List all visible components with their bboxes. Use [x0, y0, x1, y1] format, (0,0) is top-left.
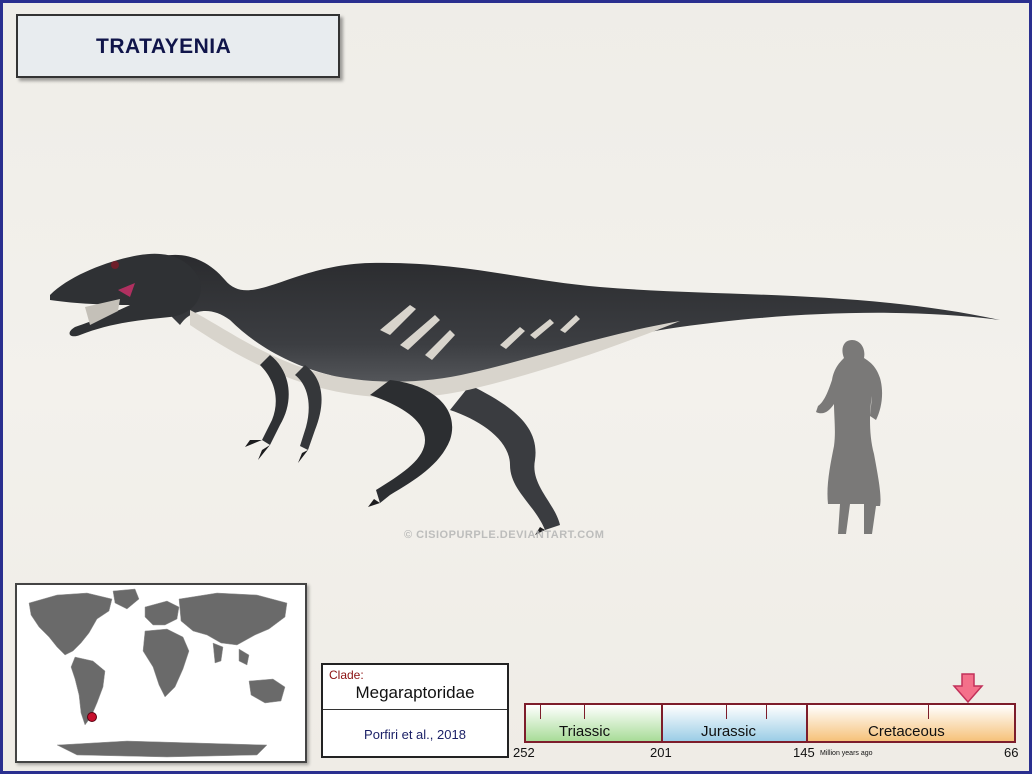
- watermark: © CISIOPURPLE.DEVIANTART.COM: [404, 529, 605, 541]
- unit-label: Million years ago: [820, 750, 873, 757]
- timeline-tick: [928, 705, 929, 719]
- tick-label-66: 66: [1004, 745, 1019, 760]
- world-map: [15, 583, 307, 763]
- location-dot-icon: [87, 712, 97, 722]
- tick-label-252: 252: [513, 745, 535, 760]
- tick-label-145: 145: [793, 745, 815, 760]
- timeline-tick: [540, 705, 541, 719]
- period-label-triassic: Triassic: [559, 723, 611, 740]
- page-title: TRATAYENIA: [96, 35, 232, 58]
- down-arrow-icon: [952, 673, 984, 704]
- human-silhouette: [816, 340, 883, 534]
- timeline-tick: [726, 705, 727, 719]
- period-divider: [661, 705, 663, 741]
- geologic-timeline: Triassic Jurassic Cretaceous: [524, 703, 1016, 743]
- timeline-tick: [584, 705, 585, 719]
- title-box: TRATAYENIA: [16, 14, 340, 78]
- tick-label-201: 201: [650, 745, 672, 760]
- clade-name: Megaraptoridae: [355, 683, 475, 702]
- period-label-cretaceous: Cretaceous: [868, 723, 945, 740]
- timeline-tick: [766, 705, 767, 719]
- period-label-jurassic: Jurassic: [701, 723, 757, 740]
- clade-box: Clade: Megaraptoridae Porfiri et al., 20…: [321, 663, 509, 758]
- period-divider: [806, 705, 808, 741]
- world-map-graphic: [28, 588, 288, 758]
- citation: Porfiri et al., 2018: [364, 727, 466, 742]
- clade-divider: [323, 709, 507, 710]
- clade-label: Clade:: [329, 668, 364, 682]
